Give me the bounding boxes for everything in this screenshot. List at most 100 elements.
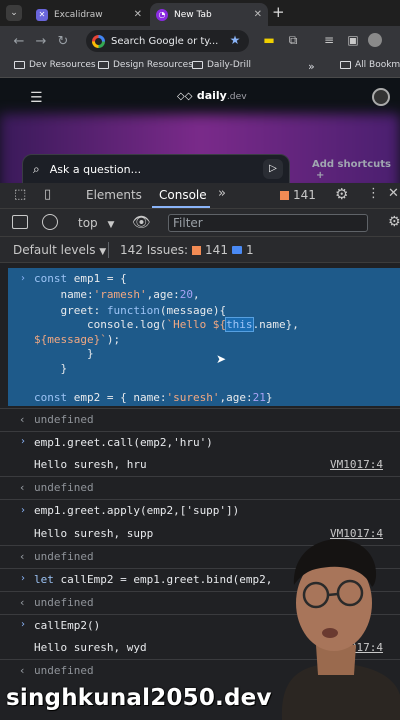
hamburger-menu-icon[interactable]: ☰ <box>30 90 43 106</box>
input-prompt-icon: › <box>21 505 25 516</box>
issues-label: 142 Issues: <box>120 243 189 257</box>
console-input: let callEmp2 = emp1.greet.bind(emp2, <box>34 573 273 586</box>
logo-text: daily <box>196 89 227 102</box>
mouse-cursor-icon: ➤ <box>216 352 227 366</box>
return-value: undefined <box>34 413 94 426</box>
new-tab-favicon-icon: ◔ <box>156 8 168 21</box>
omnibox[interactable]: Search Google or ty... <box>86 30 249 52</box>
new-tab-button[interactable]: + <box>272 3 285 21</box>
close-devtools-icon[interactable]: ✕ <box>388 186 399 201</box>
devtools-tabbar: ⬚ ▯ Elements Console » 141 ⚙ ⋮ ✕ <box>0 183 400 209</box>
tab-title: New Tab <box>174 9 212 20</box>
folder-icon <box>98 61 109 69</box>
side-panel-icon[interactable]: ▣ <box>344 31 362 49</box>
all-bookmarks[interactable]: All Bookmarks <box>340 60 400 70</box>
device-toolbar-icon[interactable]: ▯ <box>44 187 51 202</box>
add-shortcuts-button[interactable]: Add shortcuts + <box>312 159 400 181</box>
console-toolbar: top ▼ 👁 Filter ⚙ <box>0 209 400 237</box>
issues-warn-count: 141 <box>205 243 228 257</box>
inspect-element-icon[interactable]: ⬚ <box>14 187 26 202</box>
tab-excalidraw[interactable]: ✕ Excalidraw ✕ <box>30 3 148 26</box>
send-icon[interactable]: ▷ <box>263 159 283 179</box>
console-log: Hello suresh, supp <box>34 527 154 540</box>
console-settings-gear-icon[interactable]: ⚙ <box>388 214 400 230</box>
more-options-icon[interactable]: ⋮ <box>367 186 380 201</box>
row-separator <box>0 431 400 432</box>
daily-dev-logo[interactable]: ◇◇ daily.dev <box>177 89 247 102</box>
puzzle-extensions-icon[interactable]: ⧉ <box>284 31 302 49</box>
bookmark-label: Dev Resources <box>29 60 96 70</box>
forward-icon[interactable]: → <box>30 34 52 49</box>
excalidraw-favicon-icon: ✕ <box>36 8 48 21</box>
console-input: emp1.greet.apply(emp2,['supp']) <box>34 504 240 517</box>
bookmark-design-resources[interactable]: Design Resources <box>98 60 193 70</box>
issues-warning-icon <box>280 190 289 200</box>
user-avatar[interactable] <box>372 88 390 106</box>
all-bookmarks-label: All Bookmarks <box>355 60 400 70</box>
plus-icon: + <box>316 170 325 181</box>
input-prompt-icon: › <box>21 273 25 284</box>
extension-icon[interactable]: ▬ <box>260 31 278 49</box>
source-link[interactable]: VM1017:4 <box>330 458 383 471</box>
reading-list-icon[interactable]: ≡ <box>320 31 338 49</box>
default-levels-label: Default levels <box>13 243 96 257</box>
default-levels-dropdown[interactable]: Default levels ▼ <box>13 243 106 257</box>
profile-avatar[interactable] <box>368 33 382 47</box>
bookmark-star-icon[interactable]: ★ <box>226 31 244 49</box>
settings-gear-icon[interactable]: ⚙ <box>335 185 348 203</box>
tab-console[interactable]: Console <box>159 188 207 202</box>
filter-placeholder: Filter <box>173 216 203 230</box>
code-line: console.log(`Hello ${this.name}, <box>34 317 299 332</box>
issues-summary[interactable]: 142 Issues: 141 1 <box>120 243 254 257</box>
code-line: } <box>34 362 68 375</box>
bookmarks-bar: Dev Resources Design Resources Daily-Dri… <box>0 56 400 78</box>
clear-console-icon[interactable] <box>42 214 58 230</box>
return-arrow-icon: ‹ <box>20 550 25 563</box>
code-line: ${message}`); <box>34 333 121 346</box>
tab-elements[interactable]: Elements <box>86 188 142 202</box>
code-line: name:'ramesh',age:20, <box>34 288 200 301</box>
context-label: top <box>78 216 98 230</box>
back-icon[interactable]: ← <box>8 34 30 49</box>
input-prompt-icon: › <box>21 436 25 447</box>
bookmark-label: Design Resources <box>113 60 193 70</box>
folder-icon <box>14 61 25 69</box>
return-arrow-icon: ‹ <box>20 664 25 677</box>
levels-separator <box>108 242 109 258</box>
more-tabs-icon[interactable]: » <box>218 186 226 201</box>
dropdown-arrow-icon: ▼ <box>99 247 107 257</box>
filter-input[interactable]: Filter <box>168 214 368 232</box>
tab-console-underline <box>152 206 210 208</box>
tab-new-tab[interactable]: ◔ New Tab ✕ <box>150 3 268 26</box>
return-arrow-icon: ‹ <box>20 481 25 494</box>
search-ai-icon: ⌕ <box>33 161 40 176</box>
ask-question-input[interactable]: ⌕ Ask a question... ▷ <box>22 154 290 184</box>
tab-title: Excalidraw <box>54 9 103 20</box>
live-expression-eye-icon[interactable]: 👁 <box>132 213 151 231</box>
console-log: Hello suresh, wyd <box>34 641 147 654</box>
bookmark-daily-drill[interactable]: Daily-Drill <box>192 60 251 70</box>
close-tab-icon[interactable]: ✕ <box>134 9 142 20</box>
row-separator <box>0 408 400 409</box>
add-shortcuts-label: Add shortcuts <box>312 159 391 170</box>
reload-icon[interactable]: ↻ <box>52 34 74 49</box>
tab-search-icon[interactable]: ⌄ <box>6 5 22 21</box>
bookmarks-overflow-button[interactable]: » <box>308 60 315 73</box>
issues-warning-icon <box>192 245 202 255</box>
context-selector[interactable]: top ▼ <box>78 216 114 230</box>
code-line: greet: function(message){ <box>34 304 227 317</box>
google-icon <box>92 34 105 48</box>
bind-input-rest: callEmp2 = emp1.greet.bind(emp2, <box>60 573 273 586</box>
return-value: undefined <box>34 596 94 609</box>
close-tab-icon[interactable]: ✕ <box>254 9 262 20</box>
input-prompt-icon: › <box>21 619 25 630</box>
bookmark-dev-resources[interactable]: Dev Resources <box>14 60 96 70</box>
sidebar-toggle-icon[interactable] <box>12 215 28 229</box>
issues-badge[interactable]: 141 <box>280 188 316 202</box>
ask-placeholder: Ask a question... <box>49 162 142 176</box>
console-log: Hello suresh, hru <box>34 458 147 471</box>
return-value: undefined <box>34 664 94 677</box>
logo-suffix: .dev <box>226 91 247 102</box>
code-line: const emp2 = { name:'suresh',age:21} <box>34 391 273 404</box>
dropdown-arrow-icon: ▼ <box>107 220 115 230</box>
